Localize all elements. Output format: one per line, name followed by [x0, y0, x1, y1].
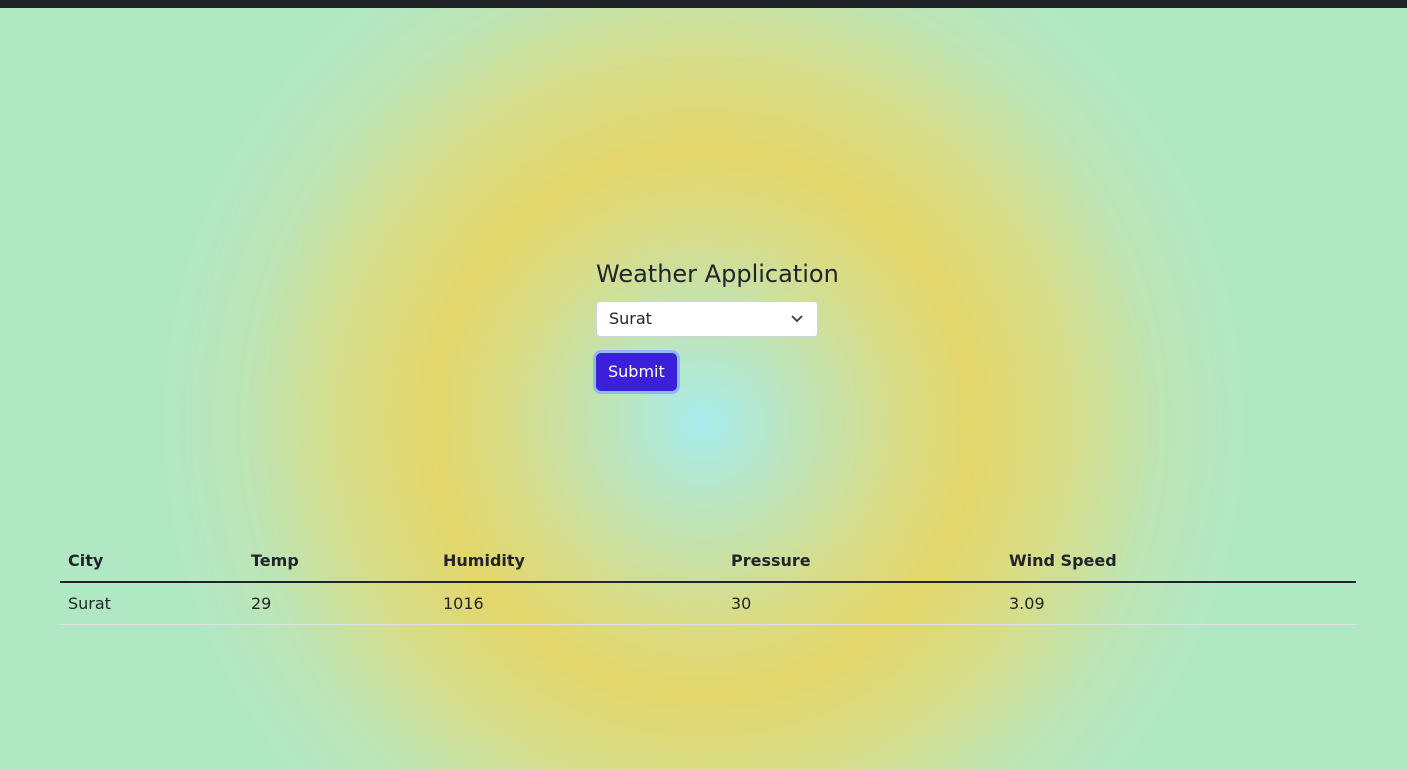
city-select-value: Surat — [609, 309, 652, 328]
header-humidity: Humidity — [435, 541, 723, 583]
cell-city: Surat — [60, 582, 243, 625]
weather-form: Weather Application Surat Submit — [596, 257, 839, 391]
table-row: Surat 29 1016 30 3.09 — [60, 582, 1356, 625]
submit-button[interactable]: Submit — [596, 353, 677, 391]
cell-pressure: 30 — [723, 582, 1001, 625]
header-city: City — [60, 541, 243, 583]
weather-table-container: City Temp Humidity Pressure Wind Speed S… — [60, 541, 1356, 625]
cell-temp: 29 — [243, 582, 435, 625]
header-pressure: Pressure — [723, 541, 1001, 583]
header-wind-speed: Wind Speed — [1001, 541, 1356, 583]
browser-top-bar — [0, 0, 1407, 8]
page-title: Weather Application — [596, 260, 839, 288]
weather-table: City Temp Humidity Pressure Wind Speed S… — [60, 541, 1356, 625]
chevron-down-icon — [791, 315, 803, 323]
cell-humidity: 1016 — [435, 582, 723, 625]
header-temp: Temp — [243, 541, 435, 583]
cell-wind-speed: 3.09 — [1001, 582, 1356, 625]
table-header-row: City Temp Humidity Pressure Wind Speed — [60, 541, 1356, 583]
city-select[interactable]: Surat — [596, 301, 818, 337]
